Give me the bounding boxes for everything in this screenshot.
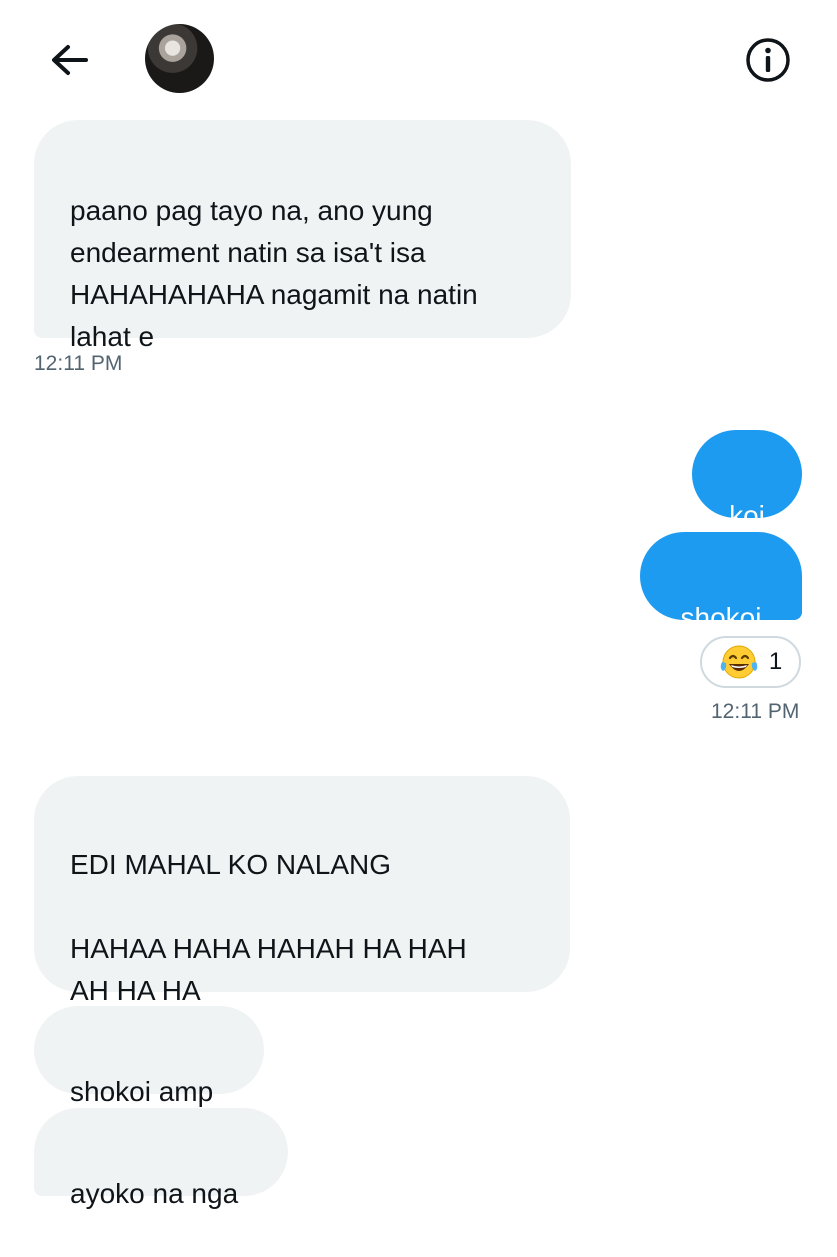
message-text: koi (729, 500, 765, 531)
message-text: paano pag tayo na, ano yung endearment n… (70, 195, 478, 352)
conversation-header (0, 0, 837, 118)
message-text: EDI MAHAL KO NALANG HAHAA HAHA HAHAH HA … (70, 849, 467, 1006)
incoming-message[interactable]: shokoi amp (34, 1006, 264, 1107)
incoming-message[interactable]: paano pag tayo na, ano yung endearment n… (34, 120, 571, 352)
message-text: ayoko na nga (70, 1178, 239, 1209)
incoming-message[interactable]: ayoko na nga (34, 1108, 288, 1209)
conversation-info-button[interactable] (744, 36, 792, 84)
reaction-count: 1 (768, 648, 783, 675)
profile-avatar[interactable] (145, 24, 214, 93)
incoming-message[interactable]: EDI MAHAL KO NALANG HAHAA HAHA HAHAH HA … (34, 776, 570, 1006)
outgoing-message[interactable]: shokoi (640, 532, 802, 633)
message-text: shokoi (680, 602, 762, 633)
outgoing-message[interactable]: koi (692, 430, 802, 531)
info-icon (746, 38, 790, 82)
arrow-left-icon (52, 45, 88, 75)
message-text: shokoi amp (70, 1076, 214, 1107)
face-with-tears-of-joy-icon (720, 645, 758, 679)
reaction-badge[interactable]: 1 (700, 636, 801, 688)
back-button[interactable] (44, 36, 94, 86)
message-timestamp: 12:11 PM (34, 352, 123, 375)
message-timestamp: 12:11 PM (711, 700, 800, 723)
